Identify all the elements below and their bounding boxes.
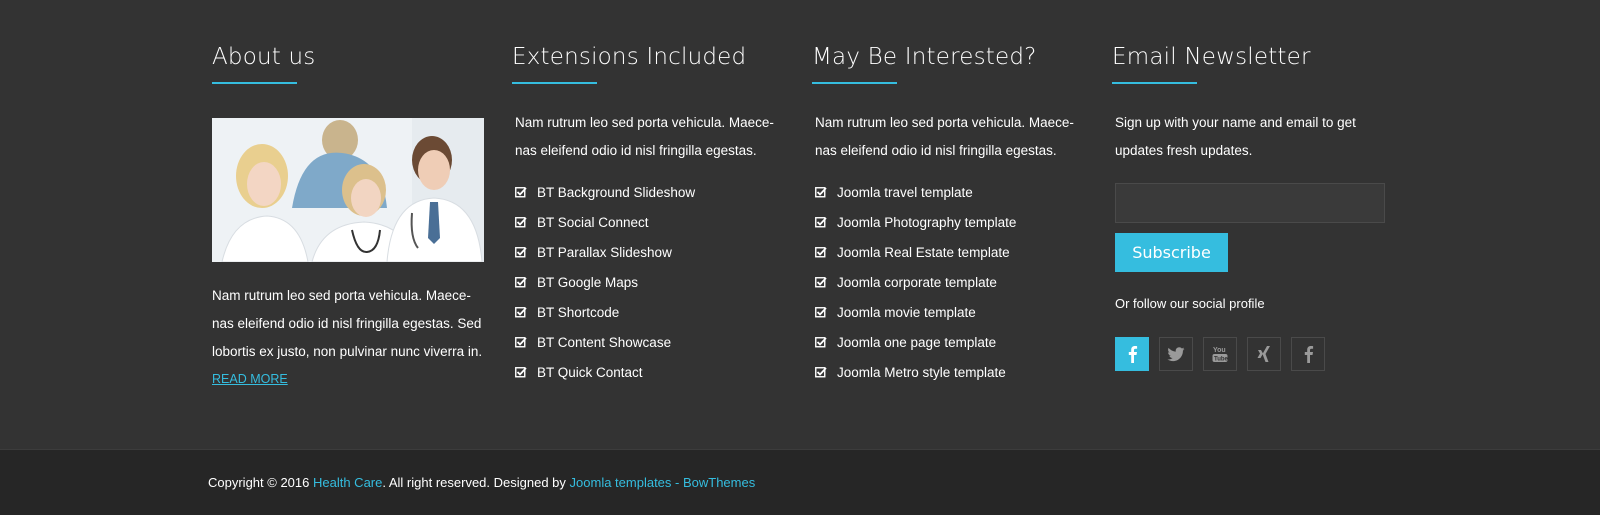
list-item[interactable]: Joomla Real Estate template (815, 237, 1016, 267)
interested-title: May Be Interested? (812, 44, 1037, 70)
copyright-middle: . All right reserved. Designed by (382, 475, 566, 490)
email-field[interactable] (1115, 183, 1385, 223)
list-item-label: Joomla Real Estate template (837, 244, 1010, 260)
site-link[interactable]: Health Care (313, 475, 382, 490)
list-item[interactable]: Joomla Metro style template (815, 357, 1016, 387)
title-underline (812, 82, 897, 84)
youtube-icon: You Tube (1212, 347, 1228, 363)
facebook-icon (1304, 346, 1314, 363)
list-item-label: BT Content Showcase (537, 334, 672, 350)
check-square-icon (815, 337, 827, 348)
list-item-label: Joomla movie template (837, 304, 976, 320)
list-item-label: Joomla one page template (837, 334, 997, 350)
list-item[interactable]: BT Parallax Slideshow (515, 237, 695, 267)
interested-text: Nam rutrum leo sed porta vehicula. Maece… (815, 115, 1074, 158)
check-square-icon (515, 367, 527, 378)
footer-top: About us Nam rutrum leo sed porta vehicu… (0, 0, 1600, 449)
list-item-label: Joomla corporate template (837, 274, 997, 290)
check-square-icon (515, 337, 527, 348)
svg-text:Tube: Tube (1214, 357, 1228, 363)
copyright-prefix: Copyright © 2016 (208, 475, 310, 490)
about-title: About us (212, 44, 316, 70)
svg-text:You: You (1213, 347, 1226, 354)
check-square-icon (815, 367, 827, 378)
title-underline (1112, 82, 1197, 84)
extensions-column: Extensions Included Nam rutrum leo sed p… (512, 42, 784, 380)
list-item[interactable]: BT Shortcode (515, 297, 695, 327)
facebook-icon (1128, 346, 1138, 363)
twitter-button[interactable] (1159, 337, 1193, 371)
twitter-icon (1167, 346, 1185, 361)
list-item-label: BT Background Slideshow (537, 184, 696, 200)
read-more-link[interactable]: READ MORE (212, 372, 288, 386)
extensions-text: Nam rutrum leo sed porta vehicula. Maece… (515, 115, 774, 158)
check-square-icon (515, 217, 527, 228)
check-square-icon (815, 247, 827, 258)
title-underline (212, 82, 297, 84)
about-column: About us Nam rutrum leo sed porta vehicu… (212, 42, 484, 386)
designer-link[interactable]: Joomla templates - BowThemes (570, 475, 756, 490)
list-item[interactable]: Joomla corporate template (815, 267, 1016, 297)
check-square-icon (815, 187, 827, 198)
list-item-label: BT Social Connect (537, 214, 649, 230)
list-item[interactable]: Joomla Photography template (815, 207, 1016, 237)
footer-bottom: Copyright © 2016 Health Care. All right … (0, 449, 1600, 515)
check-square-icon (515, 187, 527, 198)
list-item-label: Joomla Metro style template (837, 364, 1006, 380)
interested-list: Joomla travel template Joomla Photograph… (815, 177, 1016, 387)
list-item-label: BT Parallax Slideshow (537, 244, 672, 260)
list-item[interactable]: BT Google Maps (515, 267, 695, 297)
list-item-label: BT Shortcode (537, 304, 620, 320)
facebook-button-2[interactable] (1291, 337, 1325, 371)
newsletter-text: Sign up with your name and email to get … (1115, 115, 1356, 158)
follow-text: Or follow our social profile (1115, 296, 1265, 311)
subscribe-button[interactable]: Subscribe (1115, 233, 1228, 272)
xing-icon (1257, 346, 1270, 362)
extensions-list: BT Background Slideshow BT Social Connec… (515, 177, 695, 387)
xing-button[interactable] (1247, 337, 1281, 371)
title-underline (512, 82, 597, 84)
check-square-icon (815, 217, 827, 228)
list-item-label: BT Google Maps (537, 274, 639, 290)
list-item[interactable]: BT Content Showcase (515, 327, 695, 357)
facebook-button[interactable] (1115, 337, 1149, 371)
about-image (212, 118, 484, 262)
list-item[interactable]: BT Background Slideshow (515, 177, 695, 207)
list-item-label: Joomla Photography template (837, 214, 1017, 230)
about-text: Nam rutrum leo sed porta vehicula. Maece… (212, 288, 483, 359)
copyright-text: Copyright © 2016 Health Care. All right … (208, 475, 755, 490)
interested-column: May Be Interested? Nam rutrum leo sed po… (812, 42, 1084, 380)
check-square-icon (815, 277, 827, 288)
newsletter-column: Email Newsletter Sign up with your name … (1112, 42, 1385, 371)
list-item[interactable]: BT Social Connect (515, 207, 695, 237)
list-item-label: Joomla travel template (837, 184, 973, 200)
social-links: You Tube (1115, 337, 1325, 371)
list-item[interactable]: Joomla movie template (815, 297, 1016, 327)
list-item-label: BT Quick Contact (537, 364, 643, 380)
doctors-photo (212, 118, 484, 262)
check-square-icon (515, 277, 527, 288)
list-item[interactable]: Joomla travel template (815, 177, 1016, 207)
check-square-icon (515, 247, 527, 258)
list-item[interactable]: Joomla one page template (815, 327, 1016, 357)
check-square-icon (515, 307, 527, 318)
check-square-icon (815, 307, 827, 318)
extensions-title: Extensions Included (512, 44, 747, 70)
youtube-button[interactable]: You Tube (1203, 337, 1237, 371)
newsletter-title: Email Newsletter (1112, 44, 1311, 70)
list-item[interactable]: BT Quick Contact (515, 357, 695, 387)
